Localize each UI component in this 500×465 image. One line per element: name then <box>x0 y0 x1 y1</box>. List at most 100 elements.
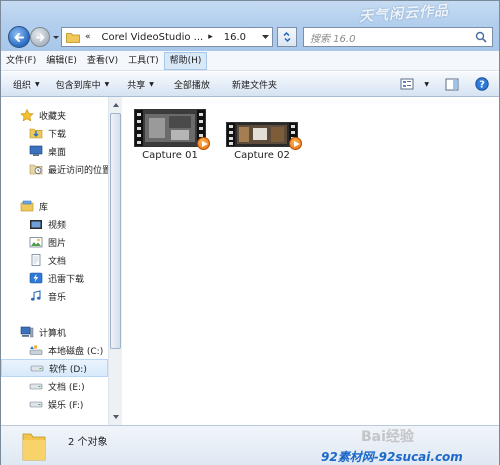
thunder-downloads-label: 迅雷下载 <box>48 274 85 285</box>
arrow-left-icon <box>14 33 24 42</box>
folder-icon <box>22 433 46 461</box>
chevron-down-icon: ▼ <box>149 80 154 88</box>
search-icon[interactable] <box>475 31 487 43</box>
local-disk-icon <box>29 345 43 355</box>
file-item[interactable]: Capture 02 <box>217 122 307 161</box>
drive-c-label: 本地磁盘 (C:) <box>48 346 104 357</box>
sidebar-item-drive-e[interactable]: 文档 (E:) <box>1 377 108 395</box>
file-name: Capture 02 <box>234 150 290 161</box>
scroll-up-icon[interactable] <box>112 101 120 109</box>
sidebar-item-computer[interactable]: 计算机 <box>1 323 108 341</box>
recent-places-label: 最近访问的位置 <box>48 165 108 176</box>
baidu-watermark: Bai经验 <box>361 429 414 445</box>
desktop-icon <box>29 145 43 156</box>
favorites-group: 收藏夹 下载 桌面 最近访问的位置 <box>1 106 108 178</box>
refresh-button[interactable] <box>277 27 297 47</box>
menu-edit[interactable]: 编辑(E) <box>41 52 82 70</box>
computer-icon <box>20 326 34 338</box>
breadcrumb-separator[interactable]: ▸ <box>208 32 213 42</box>
play-all-label: 全部播放 <box>173 80 210 91</box>
site-watermark: 92素材网-92sucai.com <box>321 450 463 464</box>
pictures-label: 图片 <box>48 238 67 249</box>
include-in-library-button[interactable]: 包含到库中 ▼ <box>56 78 110 91</box>
drive-f-label: 娱乐 (F:) <box>48 400 84 411</box>
refresh-icon <box>283 31 291 43</box>
recent-places-icon <box>29 164 43 175</box>
music-library-icon <box>31 290 41 301</box>
computer-label: 计算机 <box>39 328 67 339</box>
drive-icon <box>30 365 44 372</box>
desktop-label: 桌面 <box>48 147 67 158</box>
share-label: 共享 <box>127 80 146 91</box>
change-view-icon[interactable] <box>400 78 414 90</box>
favorites-label: 收藏夹 <box>39 111 67 122</box>
drive-icon <box>29 383 43 390</box>
computer-group: 计算机 本地磁盘 (C:) 软件 (D:) 文档 (E:) 娱乐 (F:) <box>1 323 108 413</box>
new-folder-label: 新建文件夹 <box>231 80 277 91</box>
breadcrumb-parent[interactable]: Corel VideoStudio ... <box>102 32 204 43</box>
sidebar-item-downloads[interactable]: 下载 <box>1 124 108 142</box>
menu-tools[interactable]: 工具(T) <box>123 52 164 70</box>
preview-pane-icon[interactable] <box>445 78 459 91</box>
organize-label: 组织 <box>13 80 32 91</box>
play-all-button[interactable]: 全部播放 <box>174 78 210 91</box>
sidebar-scrollbar[interactable] <box>108 97 122 425</box>
sidebar-item-recent-places[interactable]: 最近访问的位置 <box>1 160 108 178</box>
svg-text:?: ? <box>479 80 485 91</box>
sidebar-item-pictures[interactable]: 图片 <box>1 233 108 251</box>
chevron-down-icon[interactable] <box>262 34 269 40</box>
recent-pages-dropdown-icon[interactable] <box>52 32 60 42</box>
scrollbar-thumb[interactable] <box>110 113 121 349</box>
arrow-right-icon <box>36 33 45 42</box>
video-thumbnail <box>227 123 297 146</box>
libraries-label: 库 <box>39 202 49 213</box>
new-folder-button[interactable]: 新建文件夹 <box>232 78 277 91</box>
sidebar-item-drive-d[interactable]: 软件 (D:) <box>1 359 108 377</box>
share-button[interactable]: 共享 ▼ <box>127 78 154 91</box>
pictures-library-icon <box>29 237 43 248</box>
sidebar-item-videos[interactable]: 视频 <box>1 215 108 233</box>
chevron-down-icon: ▼ <box>104 80 110 88</box>
folder-icon <box>66 32 80 43</box>
sidebar-item-drive-f[interactable]: 娱乐 (F:) <box>1 395 108 413</box>
file-list: Capture 01 Capture 02 <box>123 97 499 425</box>
title-bar: 天气闲云作品 « Corel VideoStudio ... ▸ 16.0 搜索… <box>1 1 499 51</box>
sidebar-item-desktop[interactable]: 桌面 <box>1 142 108 160</box>
menu-help[interactable]: 帮助(H) <box>163 51 208 70</box>
drive-d-label: 软件 (D:) <box>49 364 87 375</box>
back-button[interactable] <box>8 26 30 48</box>
libraries-group: 库 视频 图片 文档 迅雷下载 音乐 <box>1 197 108 305</box>
play-badge-icon <box>197 137 210 150</box>
menu-file[interactable]: 文件(F) <box>1 52 41 70</box>
organize-button[interactable]: 组织 ▼ <box>13 78 40 91</box>
thunder-download-icon <box>29 272 43 284</box>
sidebar-item-music[interactable]: 音乐 <box>1 287 108 305</box>
help-icon[interactable]: ? <box>475 77 489 91</box>
sidebar-item-thunder-downloads[interactable]: 迅雷下载 <box>1 269 108 287</box>
breadcrumb-overflow[interactable]: « <box>85 32 91 42</box>
forward-button[interactable] <box>30 27 50 47</box>
sidebar-item-libraries[interactable]: 库 <box>1 197 108 215</box>
menu-bar: 文件(F) 编辑(E) 查看(V) 工具(T) 帮助(H) <box>1 51 499 71</box>
search-placeholder: 搜索 16.0 <box>310 33 356 45</box>
library-icon <box>20 200 34 212</box>
view-options-chevron-icon[interactable]: ▼ <box>424 81 429 88</box>
breadcrumb-current[interactable]: 16.0 <box>224 32 246 43</box>
music-label: 音乐 <box>48 292 67 303</box>
sidebar-item-documents[interactable]: 文档 <box>1 251 108 269</box>
search-input[interactable]: 搜索 16.0 <box>303 27 493 47</box>
play-badge-icon <box>289 137 302 150</box>
address-bar[interactable]: « Corel VideoStudio ... ▸ 16.0 <box>61 27 273 47</box>
scroll-down-icon[interactable] <box>112 413 120 421</box>
drive-e-label: 文档 (E:) <box>48 382 85 393</box>
menu-view[interactable]: 查看(V) <box>82 52 123 70</box>
chevron-down-icon: ▼ <box>35 80 40 88</box>
include-library-label: 包含到库中 <box>55 80 101 91</box>
file-item[interactable]: Capture 01 <box>125 109 215 161</box>
drive-icon <box>29 401 43 408</box>
documents-label: 文档 <box>48 256 67 267</box>
sidebar-item-favorites[interactable]: 收藏夹 <box>1 106 108 124</box>
item-count: 2 个对象 <box>68 437 108 448</box>
download-folder-icon <box>29 128 43 139</box>
sidebar-item-drive-c[interactable]: 本地磁盘 (C:) <box>1 341 108 359</box>
